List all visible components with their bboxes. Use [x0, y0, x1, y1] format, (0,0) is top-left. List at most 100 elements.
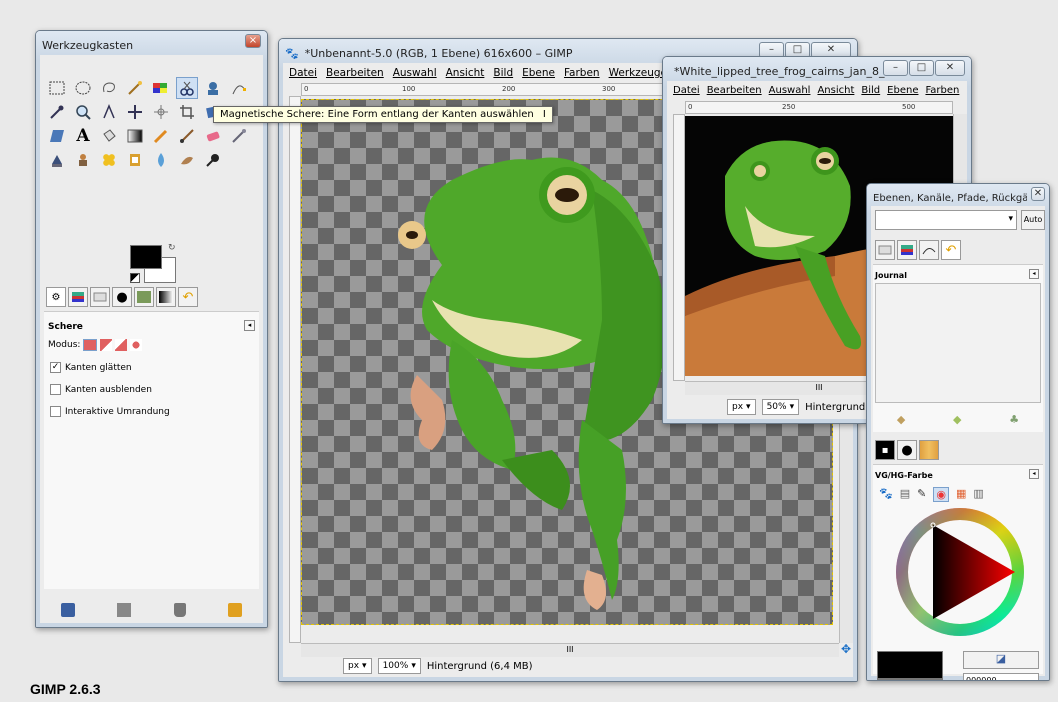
rect-select-icon[interactable]: [46, 77, 68, 99]
menu-ebene[interactable]: Ebene: [887, 85, 918, 96]
menu-farben[interactable]: Farben: [925, 85, 959, 96]
menu-ansicht[interactable]: Ansicht: [446, 67, 485, 79]
unit-select[interactable]: px ▾: [343, 658, 372, 674]
menu-werkzeuge[interactable]: Werkzeuge: [609, 67, 667, 79]
foreground-select-icon[interactable]: [202, 77, 224, 99]
tab-brushes[interactable]: ●: [112, 287, 132, 307]
bg-color-preview[interactable]: [877, 679, 943, 680]
lasso-icon[interactable]: [98, 77, 120, 99]
delete-options-icon[interactable]: [173, 603, 186, 617]
tab-brushes[interactable]: ●: [897, 440, 917, 460]
menu-ansicht[interactable]: Ansicht: [817, 85, 854, 96]
interactive-checkbox[interactable]: [50, 406, 61, 417]
save-options-icon[interactable]: [61, 603, 76, 617]
menu-auswahl[interactable]: Auswahl: [769, 85, 811, 96]
ink-icon[interactable]: [46, 149, 68, 171]
feather-checkbox[interactable]: [50, 384, 61, 395]
option-feather[interactable]: Kanten ausblenden: [50, 384, 152, 395]
tab-tool-options[interactable]: ⚙: [46, 287, 66, 307]
clone-icon[interactable]: [72, 149, 94, 171]
crop-icon[interactable]: [176, 101, 198, 123]
swap-colors-icon[interactable]: ↻: [168, 243, 176, 253]
blur-icon[interactable]: [150, 149, 172, 171]
tab-fg-bg[interactable]: ▪: [875, 440, 895, 460]
color-select-icon[interactable]: [150, 77, 172, 99]
reset-colors-icon[interactable]: [130, 273, 140, 283]
option-antialias[interactable]: ✓ Kanten glätten: [50, 362, 132, 373]
journal-menu-icon[interactable]: ◂: [1029, 269, 1039, 279]
text-icon[interactable]: A: [72, 125, 94, 147]
paintbrush-icon[interactable]: [176, 125, 198, 147]
zoom-select[interactable]: 100% ▾: [377, 658, 421, 674]
watercolor-selector-icon[interactable]: ▦: [956, 487, 966, 502]
dodge-burn-icon[interactable]: [202, 149, 224, 171]
frog-vertical-ruler[interactable]: [673, 114, 685, 381]
tab-patterns[interactable]: [134, 287, 154, 307]
tab-channels[interactable]: [875, 240, 895, 260]
mode-subtract-icon[interactable]: [115, 339, 128, 351]
maximize-button[interactable]: □: [909, 60, 934, 76]
tab-paths[interactable]: [919, 240, 939, 260]
zoom-select[interactable]: 50% ▾: [761, 399, 800, 415]
airbrush-icon[interactable]: [228, 125, 250, 147]
bucket-fill-icon[interactable]: [98, 125, 120, 147]
paths-icon[interactable]: [228, 77, 250, 99]
tab-undo[interactable]: ↶: [178, 287, 198, 307]
hex-input[interactable]: 000000: [963, 673, 1039, 680]
menu-farben[interactable]: Farben: [564, 67, 600, 79]
close-button[interactable]: ✕: [935, 60, 965, 76]
ellipse-select-icon[interactable]: [72, 77, 94, 99]
close-button[interactable]: ✕: [1031, 187, 1045, 201]
mode-replace-icon[interactable]: [83, 339, 98, 351]
align-icon[interactable]: [150, 101, 172, 123]
close-button[interactable]: ×: [245, 34, 261, 48]
menu-bearbeiten[interactable]: Bearbeiten: [326, 67, 384, 79]
tab-channels[interactable]: [90, 287, 110, 307]
scissors-select-icon[interactable]: [176, 77, 198, 99]
measure-icon[interactable]: [98, 101, 120, 123]
image-select[interactable]: ▾: [875, 210, 1017, 230]
navigate-icon[interactable]: ✥: [841, 642, 851, 656]
tab-layers[interactable]: [68, 287, 88, 307]
brush-selector-icon[interactable]: ✎: [917, 487, 926, 502]
antialias-checkbox[interactable]: ✓: [50, 362, 61, 373]
menu-datei[interactable]: Datei: [673, 85, 700, 96]
tab-layers[interactable]: [897, 240, 917, 260]
main-scroll-thumb[interactable]: III: [566, 645, 573, 654]
menu-bild[interactable]: Bild: [861, 85, 880, 96]
triangle-selector-icon[interactable]: ◉: [933, 487, 949, 502]
move-icon[interactable]: [124, 101, 146, 123]
undo-icon[interactable]: ◆: [897, 413, 905, 426]
unit-select[interactable]: px ▾: [727, 399, 756, 415]
menu-ebene[interactable]: Ebene: [522, 67, 555, 79]
redo-icon[interactable]: ◆: [953, 413, 961, 426]
frog-horizontal-ruler[interactable]: 0 250 500: [685, 101, 953, 114]
reset-options-icon[interactable]: [227, 603, 242, 617]
perspective-clone-icon[interactable]: [124, 149, 146, 171]
fg-bg-swatch[interactable]: ↻: [130, 243, 180, 285]
color-picker-button[interactable]: ◪: [963, 651, 1039, 669]
color-wheel[interactable]: [875, 507, 1045, 637]
cmyk-selector-icon[interactable]: ▤: [900, 487, 910, 502]
fg-color-preview[interactable]: [877, 651, 943, 679]
blend-icon[interactable]: [124, 125, 146, 147]
shear-icon[interactable]: [46, 125, 68, 147]
gimp-selector-icon[interactable]: 🐾: [879, 487, 893, 502]
menu-datei[interactable]: Datei: [289, 67, 317, 79]
menu-bild[interactable]: Bild: [493, 67, 513, 79]
pencil-icon[interactable]: [150, 125, 172, 147]
tab-undo-history[interactable]: ↶: [941, 240, 961, 260]
frog-scroll-thumb[interactable]: III: [815, 383, 822, 392]
heal-icon[interactable]: [98, 149, 120, 171]
fuzzy-select-icon[interactable]: [124, 77, 146, 99]
auto-button[interactable]: Auto: [1021, 210, 1045, 230]
restore-options-icon[interactable]: [117, 603, 132, 617]
clear-history-icon[interactable]: ♣: [1009, 413, 1019, 426]
tab-patterns[interactable]: [919, 440, 939, 460]
eraser-icon[interactable]: [202, 125, 224, 147]
main-horizontal-scrollbar[interactable]: III: [301, 643, 839, 657]
tab-gradients[interactable]: [156, 287, 176, 307]
smudge-icon[interactable]: [176, 149, 198, 171]
mode-add-icon[interactable]: [100, 339, 113, 351]
zoom-icon[interactable]: [72, 101, 94, 123]
